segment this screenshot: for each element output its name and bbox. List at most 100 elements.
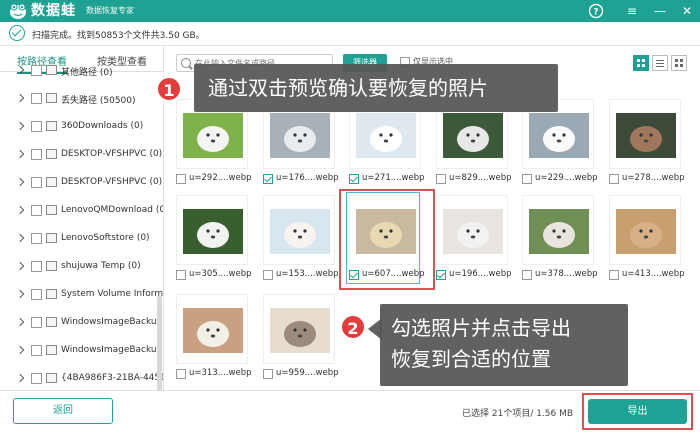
chevron-right-icon[interactable] — [15, 317, 25, 327]
tree-item-checkbox[interactable] — [31, 149, 42, 160]
tree-item[interactable]: shujuwa Temp (0) — [0, 256, 163, 280]
photo-checkbox[interactable] — [176, 369, 186, 379]
tree-item[interactable]: DESKTOP-VFSHPVC (0) — [0, 144, 163, 168]
back-button[interactable]: 返回 — [13, 398, 113, 424]
thumbnail-frame — [263, 294, 335, 364]
chevron-right-icon[interactable] — [15, 205, 25, 215]
chevron-right-icon[interactable] — [15, 177, 25, 187]
photo-thumbnail[interactable] — [616, 209, 676, 254]
chevron-right-icon[interactable] — [15, 289, 25, 299]
tree-item[interactable]: 360Downloads (0) — [0, 116, 163, 140]
tree-item-checkbox[interactable] — [31, 121, 42, 132]
photo-thumbnail[interactable] — [443, 209, 503, 254]
close-icon[interactable]: ✕ — [679, 2, 695, 20]
chevron-right-icon[interactable] — [15, 345, 25, 355]
chevron-right-icon[interactable] — [15, 93, 25, 103]
tree-item-label: WindowsImageBackup (0) — [61, 317, 163, 327]
tree-item-checkbox[interactable] — [31, 177, 42, 188]
chevron-right-icon[interactable] — [15, 121, 25, 131]
detail-view-icon[interactable] — [671, 55, 687, 71]
photo-checkbox[interactable] — [263, 270, 273, 280]
minimize-icon[interactable]: — — [652, 2, 668, 20]
tree-item[interactable]: WindowsImageBackup (0) — [0, 340, 163, 364]
photo-checkbox[interactable] — [349, 174, 359, 184]
folder-icon — [46, 205, 57, 215]
footer-bar: 返回 已选择 21个项目/ 1.56 MB 导出 — [0, 390, 700, 435]
tree-item-checkbox[interactable] — [31, 93, 42, 104]
tree-item-label: WindowsImageBackup (0) — [61, 345, 163, 355]
help-icon[interactable]: ? — [588, 2, 604, 20]
tree-item[interactable]: WindowsImageBackup (0) — [0, 312, 163, 336]
list-view-icon[interactable] — [652, 55, 668, 71]
chevron-right-icon[interactable] — [15, 149, 25, 159]
photo-thumbnail[interactable] — [529, 209, 589, 254]
tree-item-checkbox[interactable] — [31, 65, 42, 76]
photo-thumbnail[interactable] — [183, 308, 243, 353]
chevron-right-icon[interactable] — [15, 373, 25, 383]
photo-thumbnail[interactable] — [356, 113, 416, 158]
tree-item[interactable]: {4BA986F3-21BA-4451-9C — [0, 368, 163, 390]
grid-view-icon[interactable] — [633, 55, 649, 71]
title-bar: 数据蛙 数据恢复专家 ? ≡ — ✕ — [0, 0, 700, 22]
tree-scrollbar[interactable] — [156, 296, 163, 390]
photo-card[interactable]: u=271....webp — [349, 99, 425, 194]
photo-card[interactable]: u=153....webp — [263, 195, 339, 290]
tree-item-checkbox[interactable] — [31, 317, 42, 328]
chevron-right-icon[interactable] — [15, 65, 25, 75]
tree-item-label: shujuwa Temp (0) — [61, 261, 141, 271]
tree-item-checkbox[interactable] — [31, 233, 42, 244]
tree-item-checkbox[interactable] — [31, 345, 42, 356]
photo-card[interactable]: u=413....webp — [609, 195, 685, 290]
photo-thumbnail[interactable] — [616, 113, 676, 158]
photo-card[interactable]: u=176....webp — [263, 99, 339, 194]
photo-card[interactable]: u=378....webp — [522, 195, 598, 290]
photo-filename: u=196....webp — [449, 269, 512, 279]
photo-checkbox[interactable] — [263, 174, 273, 184]
callout-step-1: 通过双击预览确认要恢复的照片 — [194, 64, 558, 112]
tree-item-checkbox[interactable] — [31, 289, 42, 300]
photo-card[interactable]: u=829....webp — [436, 99, 512, 194]
photo-card[interactable]: u=313....webp — [176, 294, 252, 389]
photo-card[interactable]: u=278....webp — [609, 99, 685, 194]
photo-filename: u=153....webp — [276, 269, 339, 279]
photo-card[interactable]: u=305....webp — [176, 195, 252, 290]
photo-checkbox[interactable] — [522, 174, 532, 184]
svg-text:?: ? — [593, 8, 598, 18]
tree-item[interactable]: LenovoSoftstore (0) — [0, 228, 163, 252]
tree-item-checkbox[interactable] — [31, 205, 42, 216]
thumbnail-frame — [522, 195, 594, 265]
photo-card[interactable]: u=196....webp — [436, 195, 512, 290]
photo-thumbnail[interactable] — [270, 113, 330, 158]
photo-thumbnail[interactable] — [270, 209, 330, 254]
export-button[interactable]: 导出 — [588, 399, 687, 424]
chevron-right-icon[interactable] — [15, 261, 25, 271]
photo-checkbox[interactable] — [609, 270, 619, 280]
tree-item[interactable]: System Volume Informati — [0, 284, 163, 308]
photo-thumbnail[interactable] — [270, 308, 330, 353]
tree-item-checkbox[interactable] — [31, 261, 42, 272]
tree-item[interactable]: LenovoQMDownload (0) — [0, 200, 163, 224]
photo-checkbox[interactable] — [176, 174, 186, 184]
photo-thumbnail[interactable] — [443, 113, 503, 158]
photo-checkbox[interactable] — [263, 369, 273, 379]
tree-item[interactable]: 丢失路径 (50500) — [0, 88, 163, 112]
photo-checkbox[interactable] — [436, 174, 446, 184]
photo-checkbox[interactable] — [436, 270, 446, 280]
tree-item-checkbox[interactable] — [31, 373, 42, 384]
photo-card[interactable]: u=292....webp — [176, 99, 252, 194]
tree-item[interactable]: 其他路径 (0) — [0, 60, 163, 84]
photo-thumbnail[interactable] — [183, 209, 243, 254]
menu-icon[interactable]: ≡ — [624, 2, 640, 20]
tree-item[interactable]: DESKTOP-VFSHPVC (0) — [0, 172, 163, 196]
chevron-right-icon[interactable] — [15, 233, 25, 243]
photo-checkbox[interactable] — [522, 270, 532, 280]
photo-filename: u=229....webp — [535, 173, 598, 183]
photo-checkbox[interactable] — [176, 270, 186, 280]
photo-checkbox[interactable] — [609, 174, 619, 184]
photo-thumbnail[interactable] — [529, 113, 589, 158]
photo-filename: u=305....webp — [189, 269, 252, 279]
search-icon — [181, 58, 191, 68]
photo-card[interactable]: u=959....webp — [263, 294, 339, 389]
photo-thumbnail[interactable] — [183, 113, 243, 158]
photo-card[interactable]: u=229....webp — [522, 99, 598, 194]
